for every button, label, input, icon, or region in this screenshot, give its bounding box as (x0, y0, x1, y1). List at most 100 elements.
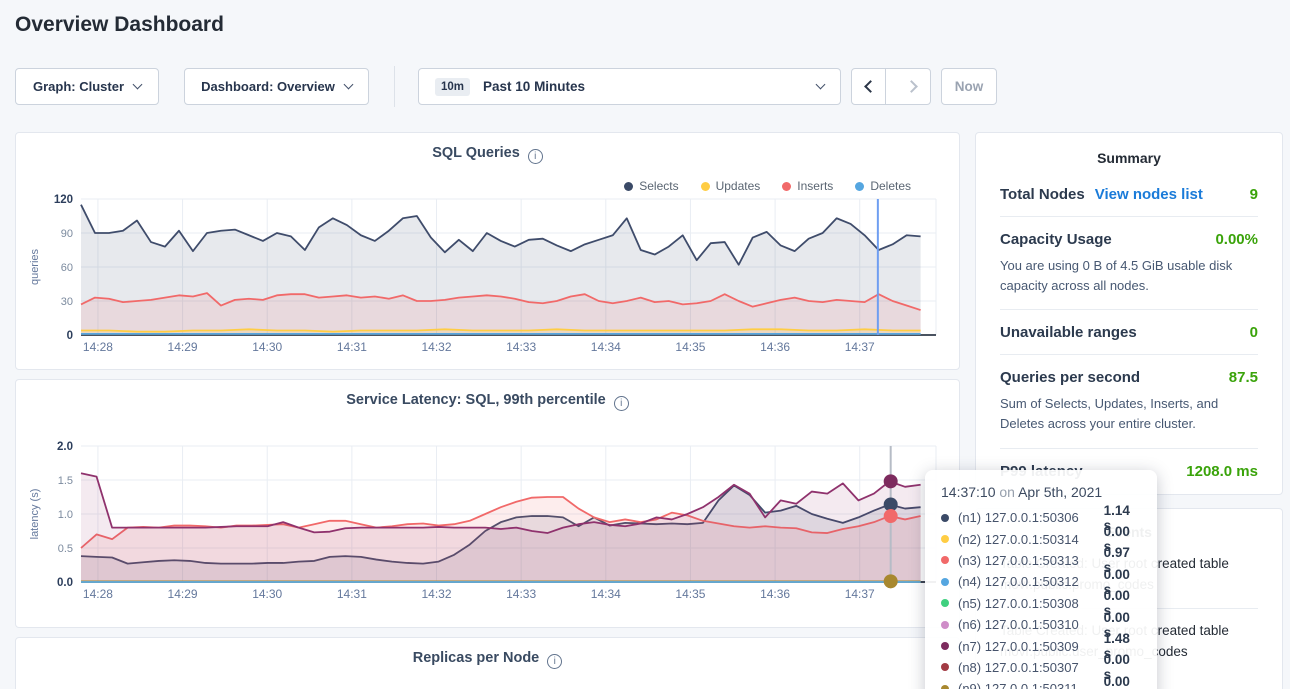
sql-queries-title: SQL Queries i (16, 145, 959, 164)
node-address: (n4) 127.0.0.1:50312 (958, 574, 1104, 589)
node-color-dot (941, 556, 949, 564)
svg-text:1.0: 1.0 (58, 509, 73, 521)
svg-text:14:31: 14:31 (337, 587, 367, 601)
p99-latency-value: 1208.0 ms (1186, 463, 1258, 480)
legend-item-updates[interactable]: Updates (701, 179, 761, 193)
time-back-button[interactable] (852, 69, 886, 104)
chevron-left-icon (864, 80, 877, 93)
node-address: (n9) 127.0.0.1:50311 (958, 681, 1104, 689)
summary-row-capacity: Capacity Usage 0.00% You are using 0 B o… (1000, 217, 1258, 310)
unavailable-ranges-value: 0 (1250, 324, 1258, 341)
chevron-down-icon (816, 80, 826, 90)
qps-desc: Sum of Selects, Updates, Inserts, and De… (1000, 394, 1258, 434)
svg-text:90: 90 (61, 228, 73, 240)
total-nodes-label: Total Nodes (1000, 186, 1085, 203)
time-step-buttons (851, 68, 931, 105)
summary-body: Total Nodes View nodes list 9 Capacity U… (976, 172, 1282, 493)
legend-item-selects[interactable]: Selects (624, 179, 678, 193)
view-nodes-list-link[interactable]: View nodes list (1095, 186, 1203, 203)
svg-text:14:32: 14:32 (421, 587, 451, 601)
svg-text:queries: queries (29, 248, 41, 285)
tooltip-timestamp: 14:37:10 on Apr 5th, 2021 (941, 484, 1141, 500)
capacity-usage-value: 0.00% (1215, 231, 1258, 248)
sql-queries-chart[interactable]: 030609012014:2814:2914:3014:3114:3214:33… (16, 193, 961, 358)
node-color-dot (941, 578, 949, 586)
toolbar-divider (394, 66, 395, 107)
chevron-right-icon (905, 80, 918, 93)
summary-title: Summary (976, 133, 1282, 172)
svg-text:0: 0 (67, 330, 73, 342)
node-latency-value: 0.00 s (1104, 674, 1141, 689)
summary-row-qps: Queries per second 87.5 Sum of Selects, … (1000, 355, 1258, 448)
graph-dropdown-label: Graph: Cluster (33, 79, 124, 94)
svg-text:14:29: 14:29 (168, 340, 198, 354)
service-latency-chart[interactable]: 0.00.51.01.52.014:2814:2914:3014:3114:32… (16, 440, 961, 605)
node-address: (n5) 127.0.0.1:50308 (958, 596, 1104, 611)
legend-dot (855, 182, 864, 191)
time-forward-button[interactable] (896, 69, 930, 104)
svg-text:latency (s): latency (s) (29, 489, 41, 540)
node-address: (n3) 127.0.0.1:50313 (958, 553, 1104, 568)
service-latency-title-text: Service Latency: SQL, 99th percentile (346, 392, 606, 408)
svg-text:14:36: 14:36 (760, 340, 790, 354)
node-color-dot (941, 642, 949, 650)
node-color-dot (941, 599, 949, 607)
replicas-per-node-title-text: Replicas per Node (413, 650, 540, 666)
svg-text:0.5: 0.5 (58, 543, 73, 555)
unavailable-ranges-label: Unavailable ranges (1000, 324, 1137, 341)
info-icon[interactable]: i (614, 396, 629, 411)
node-address: (n6) 127.0.0.1:50310 (958, 617, 1104, 632)
svg-text:14:30: 14:30 (252, 340, 282, 354)
qps-label: Queries per second (1000, 369, 1140, 386)
time-range-label: Past 10 Minutes (483, 79, 585, 94)
legend-item-inserts[interactable]: Inserts (782, 179, 833, 193)
node-color-dot (941, 514, 949, 522)
svg-text:14:28: 14:28 (83, 340, 113, 354)
legend-dot (782, 182, 791, 191)
node-address: (n1) 127.0.0.1:50306 (958, 510, 1104, 525)
svg-text:14:36: 14:36 (760, 587, 790, 601)
node-address: (n8) 127.0.0.1:50307 (958, 660, 1104, 675)
chevron-down-icon (133, 80, 143, 90)
now-button[interactable]: Now (941, 68, 997, 105)
svg-text:14:33: 14:33 (506, 340, 536, 354)
summary-panel: Summary Total Nodes View nodes list 9 Ca… (975, 132, 1283, 495)
tooltip-rows: (n1) 127.0.0.1:503061.14 s(n2) 127.0.0.1… (941, 507, 1141, 689)
svg-text:14:35: 14:35 (675, 587, 705, 601)
svg-text:14:30: 14:30 (252, 587, 282, 601)
legend-item-deletes[interactable]: Deletes (855, 179, 911, 193)
svg-text:14:37: 14:37 (845, 340, 875, 354)
tooltip-row: (n9) 127.0.0.1:503110.00 s (941, 678, 1141, 689)
time-range-badge: 10m (435, 78, 470, 96)
sql-queries-title-text: SQL Queries (432, 145, 520, 161)
svg-text:14:35: 14:35 (675, 340, 705, 354)
info-icon[interactable]: i (528, 149, 543, 164)
node-color-dot (941, 663, 949, 671)
graph-dropdown[interactable]: Graph: Cluster (15, 68, 159, 105)
legend-dot (701, 182, 710, 191)
info-icon[interactable]: i (547, 654, 562, 669)
summary-row-unavailable: Unavailable ranges 0 (1000, 310, 1258, 355)
sql-queries-panel: SQL Queries i Selects Updates Inserts Delete… (15, 132, 960, 370)
node-color-dot (941, 535, 949, 543)
time-range-selector[interactable]: 10m Past 10 Minutes (418, 68, 841, 105)
sql-queries-legend: Selects Updates Inserts Deletes (624, 179, 911, 193)
chevron-down-icon (343, 80, 353, 90)
svg-text:14:33: 14:33 (506, 587, 536, 601)
svg-text:14:34: 14:34 (591, 340, 621, 354)
svg-text:30: 30 (61, 296, 73, 308)
svg-text:14:34: 14:34 (591, 587, 621, 601)
svg-text:14:28: 14:28 (83, 587, 113, 601)
service-latency-panel: Service Latency: SQL, 99th percentile i 0… (15, 379, 960, 628)
service-latency-title: Service Latency: SQL, 99th percentile i (16, 392, 959, 411)
svg-text:120: 120 (54, 194, 73, 206)
qps-value: 87.5 (1229, 369, 1258, 386)
dashboard-dropdown[interactable]: Dashboard: Overview (184, 68, 369, 105)
svg-text:14:31: 14:31 (337, 340, 367, 354)
dashboard-dropdown-label: Dashboard: Overview (201, 79, 335, 94)
node-color-dot (941, 621, 949, 629)
replicas-per-node-panel: Replicas per Node i (15, 637, 960, 689)
node-address: (n7) 127.0.0.1:50309 (958, 639, 1104, 654)
capacity-usage-label: Capacity Usage (1000, 231, 1112, 248)
summary-row-total-nodes: Total Nodes View nodes list 9 (1000, 172, 1258, 217)
